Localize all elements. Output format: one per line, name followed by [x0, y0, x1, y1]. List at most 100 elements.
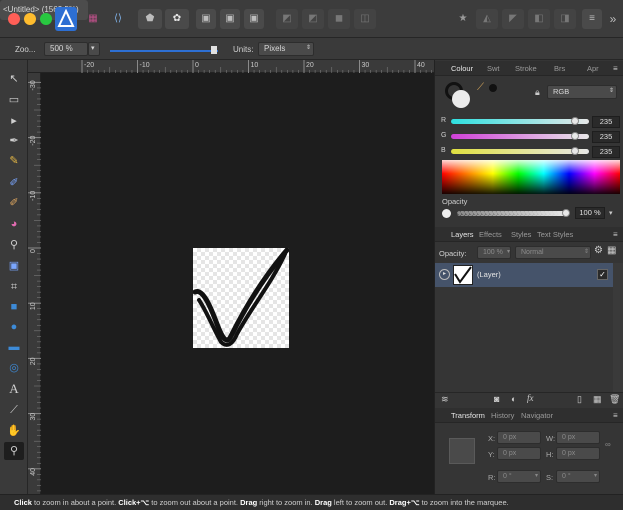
erase-brush-tool-icon[interactable]: ✐	[4, 194, 24, 212]
layer-settings-gear-icon[interactable]: ⚙	[594, 245, 603, 256]
tab-history[interactable]: History	[491, 408, 514, 423]
opacity-value[interactable]: 100 %	[575, 207, 605, 219]
minimize-window-button[interactable]	[24, 13, 36, 25]
g-slider-thumb[interactable]	[571, 132, 579, 140]
r-value[interactable]: 235	[592, 116, 620, 128]
b-value[interactable]: 235	[592, 146, 620, 158]
transform-menu-icon[interactable]: ≡	[613, 411, 618, 420]
tab-appearance[interactable]: Apr	[587, 61, 599, 76]
marquee-tool-icon[interactable]: ▭	[4, 91, 24, 109]
zoom-slider-thumb[interactable]	[211, 46, 217, 54]
crop-tool-icon[interactable]: ⌗	[4, 278, 24, 296]
rounded-rect-tool-icon[interactable]: ▬	[4, 338, 24, 356]
colour-spectrum[interactable]	[442, 160, 620, 194]
layers-menu-icon[interactable]: ≡	[613, 230, 618, 239]
adjustment-layer-icon[interactable]: ◐	[511, 394, 516, 404]
eyedropper-icon[interactable]: ⟋	[477, 82, 484, 93]
anchor-point-selector[interactable]	[449, 438, 475, 464]
pentagon-tool-icon[interactable]: ⬟	[138, 9, 162, 29]
b-slider-thumb[interactable]	[571, 147, 579, 155]
liquify-persona-icon[interactable]: ▦	[84, 9, 102, 29]
r-slider[interactable]	[451, 119, 589, 124]
text-tool-icon[interactable]: A	[4, 380, 24, 398]
vertical-ruler[interactable]: -30 -20 -10 0 10 20 30 40	[28, 73, 41, 494]
tab-stroke[interactable]: Stroke	[515, 61, 537, 76]
delete-layer-icon[interactable]: 🗑︎	[609, 394, 620, 405]
dodge-tool-icon[interactable]: ⚲	[4, 236, 24, 254]
blend-mode-select[interactable]: Normal	[515, 246, 591, 259]
paint-brush-tool-icon[interactable]: ✐	[4, 174, 24, 192]
hand-tool-icon[interactable]: ✋	[4, 422, 24, 440]
r-slider-thumb[interactable]	[571, 117, 579, 125]
x-input[interactable]: 0 px	[497, 431, 541, 444]
colour-model-select[interactable]: RGB	[547, 85, 617, 99]
horizontal-ruler[interactable]: -20 -10 0 10 20 30 40	[28, 60, 434, 73]
tab-styles[interactable]: Styles	[511, 227, 531, 242]
g-slider[interactable]	[451, 134, 589, 139]
zoom-tool-icon[interactable]: ⚲	[4, 442, 24, 460]
selection-tool-icon[interactable]: ▸	[4, 112, 24, 130]
tab-transform[interactable]: Transform	[451, 408, 485, 423]
w-input[interactable]: 0 px	[556, 431, 600, 444]
lock-icon[interactable]: 🔒︎	[535, 87, 540, 98]
fx-icon[interactable]: fx	[527, 393, 534, 403]
layers-stack-icon[interactable]: ≋	[441, 394, 449, 405]
selection-mode-1-icon[interactable]: ▣	[196, 9, 216, 29]
tab-layers[interactable]: Layers	[451, 227, 474, 242]
pen-tool-icon[interactable]: ✒	[4, 132, 24, 150]
snap-1-icon[interactable]: ◭	[476, 9, 498, 29]
arrange-3-icon[interactable]: ◼	[328, 9, 350, 29]
arrange-1-icon[interactable]: ◩	[276, 9, 298, 29]
opacity-dropdown-icon[interactable]: ▾	[609, 209, 613, 217]
opacity-slider[interactable]	[457, 211, 569, 216]
color-wheel-icon[interactable]: ◕	[4, 215, 24, 233]
rectangle-tool-icon[interactable]: ■	[4, 298, 24, 316]
opacity-slider-thumb[interactable]	[562, 209, 570, 217]
fill-stroke-swatch[interactable]	[445, 82, 471, 108]
tab-colour[interactable]: Colour	[451, 61, 473, 76]
layer-expand-icon[interactable]: ▸	[439, 269, 450, 280]
rotation-dropdown-icon[interactable]: ▾	[535, 472, 538, 479]
selection-mode-2-icon[interactable]: ▣	[220, 9, 240, 29]
link-proportions-icon[interactable]: ∞	[605, 440, 611, 449]
star-icon[interactable]: ★	[457, 9, 469, 29]
overflow-chevrons-icon[interactable]: »	[606, 9, 620, 29]
move-tool-icon[interactable]: ↖	[4, 70, 24, 88]
assistant-icon[interactable]: ✿	[165, 9, 189, 29]
mask-layer-icon[interactable]: ◙	[494, 394, 499, 404]
tab-swatches[interactable]: Swt	[487, 61, 500, 76]
hamburger-menu-icon[interactable]: ≡	[582, 9, 602, 29]
snap-3-icon[interactable]: ◧	[528, 9, 550, 29]
shear-dropdown-icon[interactable]: ▾	[594, 472, 597, 479]
close-window-button[interactable]	[8, 13, 20, 25]
layer-visibility-checkbox[interactable]: ✓	[597, 269, 608, 280]
donut-tool-icon[interactable]: ◎	[4, 359, 24, 377]
arrange-4-icon[interactable]: ◫	[354, 9, 376, 29]
pencil-tool-icon[interactable]: ✎	[4, 152, 24, 170]
new-layer-icon[interactable]: ▯	[577, 394, 582, 405]
develop-persona-icon[interactable]: ⟨⟩	[108, 9, 128, 29]
tab-text-styles[interactable]: Text Styles	[537, 227, 573, 242]
picked-colour-swatch[interactable]	[489, 84, 497, 92]
h-input[interactable]: 0 px	[556, 447, 600, 460]
snap-2-icon[interactable]: ◤	[502, 9, 524, 29]
layer-opacity-dropdown-icon[interactable]: ▾	[507, 248, 510, 255]
layer-row[interactable]: ▸ (Layer) ✓	[435, 263, 613, 287]
group-layers-icon[interactable]: ▦	[593, 394, 602, 405]
layer-opacity-input[interactable]: 100 %	[477, 246, 511, 259]
photo-persona-icon[interactable]	[55, 7, 77, 31]
panel-menu-icon[interactable]: ≡	[613, 64, 618, 73]
b-slider[interactable]	[451, 149, 589, 154]
y-input[interactable]: 0 px	[497, 447, 541, 460]
g-value[interactable]: 235	[592, 131, 620, 143]
arrange-2-icon[interactable]: ◩	[302, 9, 324, 29]
layer-options-icon[interactable]: ▦	[607, 245, 616, 256]
tab-effects[interactable]: Effects	[479, 227, 502, 242]
document-artboard[interactable]	[192, 247, 290, 348]
selection-mode-3-icon[interactable]: ▣	[244, 9, 264, 29]
zoom-slider[interactable]	[110, 50, 218, 52]
zoom-input[interactable]: 500 %	[44, 42, 88, 56]
zoom-window-button[interactable]	[40, 13, 52, 25]
ellipse-tool-icon[interactable]: ●	[4, 318, 24, 336]
layers-scrollbar[interactable]	[613, 263, 623, 393]
